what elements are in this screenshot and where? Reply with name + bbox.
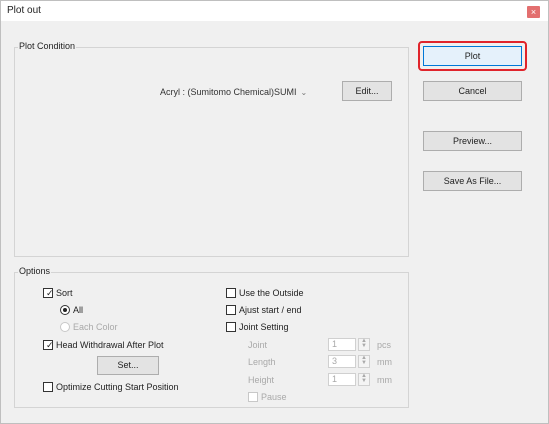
joint-input[interactable]: 1 (328, 338, 356, 351)
optimize-label: Optimize Cutting Start Position (56, 382, 179, 392)
joint-unit: pcs (377, 340, 392, 350)
checkmark-icon: ✓ (46, 340, 54, 350)
adjust-start-end-label: Ajust start / end (239, 305, 302, 315)
plot-out-dialog: Plot out × Plot Condition Acryl : (Sumit… (0, 0, 549, 424)
edit-button-label: Edit... (355, 86, 379, 96)
cancel-button-label: Cancel (458, 86, 487, 96)
title-bar: Plot out × (1, 1, 548, 21)
radio-dot-icon (63, 308, 67, 312)
use-outside-checkbox[interactable] (226, 288, 236, 298)
close-button[interactable]: × (527, 6, 540, 18)
material-dropdown[interactable]: Acryl : (Sumitomo Chemical)SUMI ⌄ (160, 84, 307, 100)
head-withdrawal-checkbox[interactable]: ✓ (43, 340, 54, 350)
set-button[interactable]: Set... (97, 356, 159, 375)
plot-button-label: Plot (464, 51, 481, 61)
checkmark-icon: ✓ (46, 288, 54, 298)
head-withdrawal-label: Head Withdrawal After Plot (56, 340, 164, 350)
sort-label: Sort (56, 288, 73, 298)
cancel-button[interactable]: Cancel (423, 81, 522, 101)
options-label: Options (18, 266, 52, 276)
each-color-radio[interactable] (60, 322, 70, 332)
adjust-start-end-checkbox[interactable] (226, 305, 236, 315)
joint-spinner[interactable]: ▲ ▼ (358, 338, 370, 351)
height-spinner[interactable]: ▲ ▼ (358, 373, 370, 386)
length-unit: mm (377, 357, 392, 367)
plot-condition-label: Plot Condition (18, 41, 77, 51)
joint-setting-label: Joint Setting (239, 322, 289, 332)
height-input[interactable]: 1 (328, 373, 356, 386)
preview-button[interactable]: Preview... (423, 131, 522, 151)
joint-setting-checkbox[interactable] (226, 322, 236, 332)
save-as-file-button-label: Save As File... (443, 176, 502, 186)
length-input[interactable]: 3 (328, 355, 356, 368)
plot-button[interactable]: Plot (423, 46, 522, 66)
length-label: Length (248, 357, 276, 367)
pause-checkbox[interactable] (248, 392, 258, 402)
edit-button[interactable]: Edit... (342, 81, 392, 101)
joint-label: Joint (248, 340, 268, 350)
window-title: Plot out (7, 5, 41, 16)
chevron-down-icon: ⌄ (300, 88, 308, 97)
preview-button-label: Preview... (452, 136, 492, 146)
each-color-label: Each Color (73, 322, 118, 332)
pause-label: Pause (261, 392, 287, 402)
plot-condition-group (14, 47, 409, 257)
height-label: Height (248, 375, 275, 385)
sort-checkbox[interactable]: ✓ (43, 288, 54, 298)
use-outside-label: Use the Outside (239, 288, 304, 298)
height-unit: mm (377, 375, 392, 385)
all-radio[interactable] (60, 305, 70, 315)
save-as-file-button[interactable]: Save As File... (423, 171, 522, 191)
material-value: Acryl : (Sumitomo Chemical)SUMI (160, 87, 297, 97)
close-icon: × (530, 7, 537, 17)
set-button-label: Set... (117, 360, 139, 370)
length-spinner[interactable]: ▲ ▼ (358, 355, 370, 368)
all-label: All (73, 305, 84, 315)
optimize-checkbox[interactable] (43, 382, 53, 392)
